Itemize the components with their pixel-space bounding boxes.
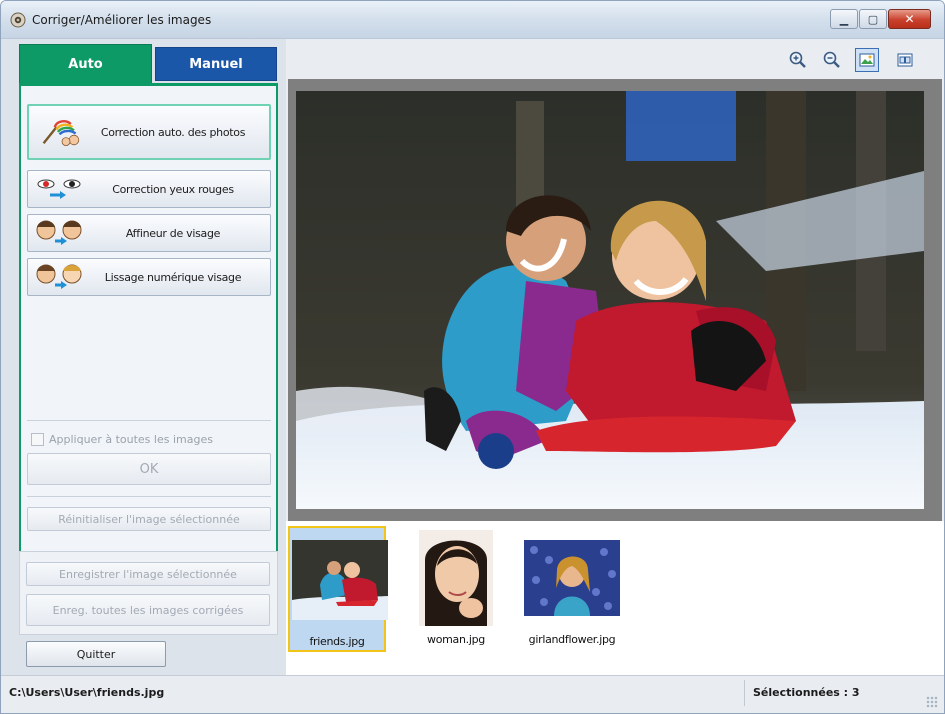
thumbnail-friends-image [292, 540, 388, 620]
image-preview-area[interactable] [288, 79, 942, 521]
window-title: Corriger/Améliorer les images [32, 13, 212, 27]
save-selected-image-button[interactable]: Enregistrer l'image sélectionnée [26, 562, 270, 586]
selected-count-status: Sélectionnées : 3 [753, 686, 860, 699]
thumbnail-woman-label: woman.jpg [427, 633, 485, 646]
zoom-out-icon[interactable] [820, 48, 844, 72]
thumbnail-girlandflower-image [524, 540, 620, 616]
apply-all-checkbox[interactable] [31, 433, 44, 446]
red-eye-icon [37, 179, 81, 199]
face-sharpener-label: Affineur de visage [125, 226, 221, 240]
thumbnail-girlandflower[interactable]: girlandflower.jpg [522, 526, 622, 650]
divider [27, 496, 271, 497]
apply-all-row: Appliquer à toutes les images [31, 433, 213, 446]
quit-button[interactable]: Quitter [26, 641, 166, 667]
zoom-in-icon[interactable] [786, 48, 810, 72]
digital-face-smoothing-button[interactable]: Lissage numérique visage [27, 258, 271, 296]
status-divider [744, 680, 745, 706]
title-bar: Corriger/Améliorer les images ▁ ▢ ✕ [1, 1, 944, 39]
close-button[interactable]: ✕ [888, 9, 931, 29]
ok-button[interactable]: OK [27, 453, 271, 485]
tab-manuel[interactable]: Manuel [155, 47, 277, 81]
fit-view-icon[interactable] [855, 48, 879, 72]
close-icon: ✕ [904, 12, 915, 26]
maximize-button[interactable]: ▢ [859, 9, 887, 29]
status-bar: C:\Users\User\friends.jpg Sélectionnées … [1, 675, 944, 713]
save-group: Enregistrer l'image sélectionnée Enreg. … [19, 551, 278, 635]
preview-image [296, 91, 924, 509]
thumbnail-woman[interactable]: woman.jpg [406, 526, 506, 650]
divider [27, 420, 271, 421]
view-toolbar [286, 39, 944, 79]
resize-grip-icon[interactable] [926, 696, 938, 708]
thumbnail-woman-image [419, 530, 493, 626]
reset-selected-image-button[interactable]: Réinitialiser l'image sélectionnée [27, 507, 271, 531]
digital-face-smoothing-label: Lissage numérique visage [104, 270, 242, 284]
tab-auto[interactable]: Auto [19, 44, 152, 84]
compare-view-icon[interactable] [893, 48, 917, 72]
minimize-icon: ▁ [839, 12, 849, 26]
auto-fix-icon [42, 120, 80, 146]
thumbnail-image [292, 530, 388, 630]
auto-tab-panel: Correction auto. des photos Correction y… [19, 83, 278, 631]
thumbnail-image [408, 528, 504, 628]
thumbnail-friends[interactable]: friends.jpg [288, 526, 388, 652]
save-all-corrected-button[interactable]: Enreg. toutes les images corrigées [26, 594, 270, 626]
auto-photo-fix-label: Correction auto. des photos [100, 125, 246, 139]
red-eye-correction-label: Correction yeux rouges [112, 182, 234, 196]
file-path-status: C:\Users\User\friends.jpg [9, 686, 165, 699]
minimize-button[interactable]: ▁ [830, 9, 858, 29]
thumbnail-friends-label: friends.jpg [309, 635, 365, 648]
face-smoothing-icon [36, 264, 82, 289]
face-sharpener-button[interactable]: Affineur de visage [27, 214, 271, 252]
app-camera-icon [10, 12, 26, 28]
apply-all-label: Appliquer à toutes les images [49, 433, 213, 446]
thumbnail-image [524, 528, 620, 628]
thumbnail-girlandflower-label: girlandflower.jpg [528, 633, 616, 646]
left-panel: Auto Manuel Correction auto. des photos [1, 39, 286, 675]
main-window: Corriger/Améliorer les images ▁ ▢ ✕ Auto… [0, 0, 945, 714]
face-sharpener-icon [36, 220, 82, 245]
red-eye-correction-button[interactable]: Correction yeux rouges [27, 170, 271, 208]
maximize-icon: ▢ [867, 12, 879, 26]
thumbnail-strip: friends.jpg woman.jpg girlandflower.jpg [286, 521, 944, 675]
auto-photo-fix-button[interactable]: Correction auto. des photos [27, 104, 271, 160]
